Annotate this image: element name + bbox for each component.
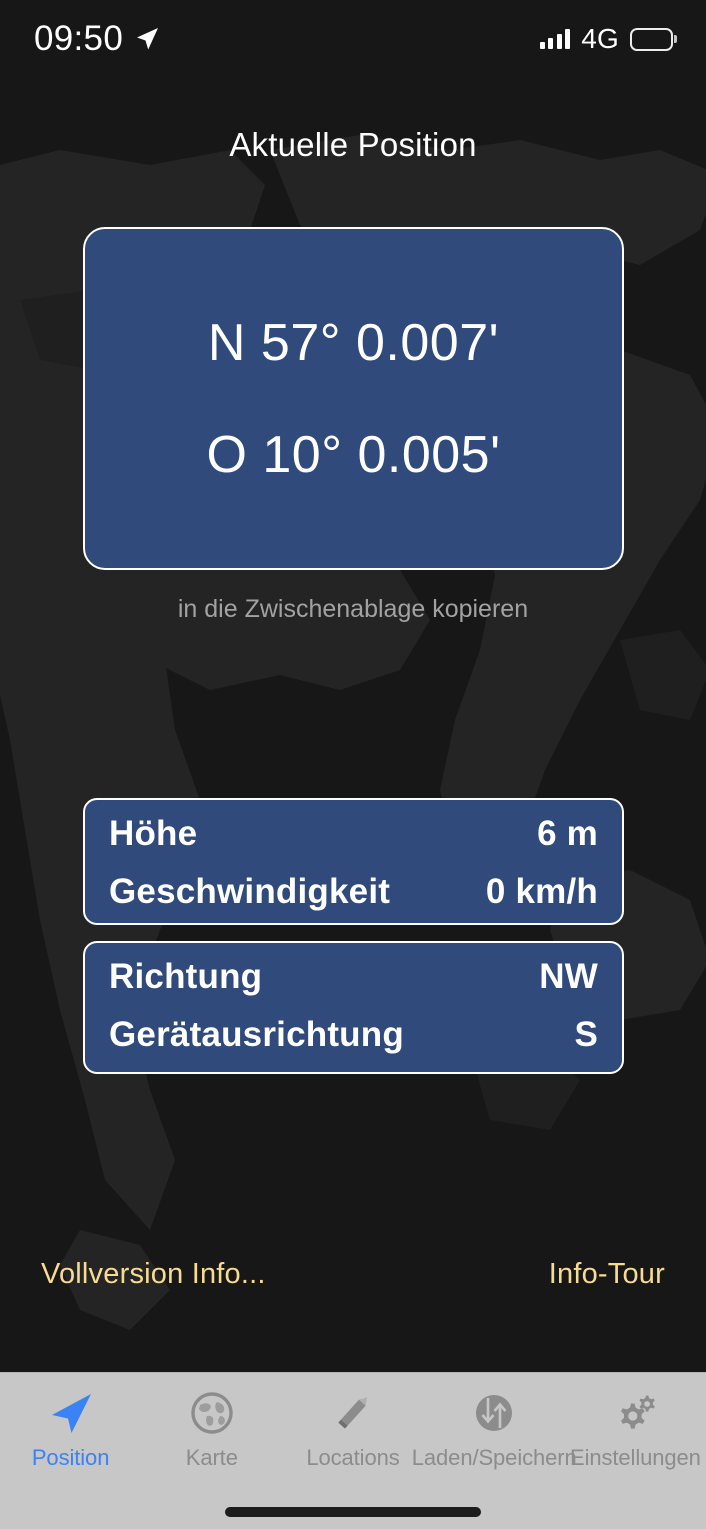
tab-label-position: Position	[31, 1445, 110, 1470]
direction-label: Richtung	[109, 957, 263, 996]
device-orientation-label: Gerätausrichtung	[109, 1015, 404, 1054]
status-clock: 09:50	[34, 19, 124, 58]
speed-value: 0 km/h	[485, 872, 598, 911]
info-tour-link[interactable]: Info-Tour	[549, 1258, 665, 1291]
table-row: Höhe 6 m	[109, 814, 598, 872]
app-root: 09:50 4G Aktuelle Position N 57° 0.007' …	[0, 0, 706, 1529]
copy-to-clipboard-hint[interactable]: in die Zwischenablage kopieren	[0, 595, 706, 624]
table-row: Richtung NW	[109, 957, 598, 1015]
status-bar-left: 09:50	[34, 19, 160, 59]
full-version-info-link[interactable]: Vollversion Info...	[41, 1258, 266, 1291]
longitude-value: O 10° 0.005'	[206, 425, 501, 484]
status-bar: 09:50 4G	[0, 0, 706, 78]
altitude-label: Höhe	[109, 814, 198, 853]
tab-label-laden-speichern: Laden/Speichern	[411, 1445, 577, 1470]
status-bar-right: 4G	[539, 23, 677, 55]
altitude-value: 6 m	[537, 814, 598, 853]
coordinates-card[interactable]: N 57° 0.007' O 10° 0.005'	[83, 227, 624, 570]
navigation-arrow-icon	[47, 1387, 95, 1439]
speed-label: Geschwindigkeit	[109, 872, 391, 911]
device-orientation-value: S	[574, 1015, 598, 1054]
tab-karte[interactable]: Karte	[141, 1373, 282, 1529]
table-row: Geschwindigkeit 0 km/h	[109, 872, 598, 930]
home-indicator[interactable]	[225, 1507, 481, 1517]
load-save-arrows-icon	[470, 1387, 518, 1439]
tab-label-einstellungen: Einstellungen	[570, 1445, 701, 1470]
gears-icon	[611, 1387, 659, 1439]
network-type-label: 4G	[581, 23, 619, 54]
heading-info-card: Richtung NW Gerätausrichtung S	[83, 941, 624, 1074]
world-map-background	[0, 0, 706, 1390]
globe-icon	[188, 1387, 236, 1439]
tab-position[interactable]: Position	[0, 1373, 141, 1529]
tab-label-locations: Locations	[306, 1445, 400, 1470]
motion-info-card: Höhe 6 m Geschwindigkeit 0 km/h	[83, 798, 624, 925]
pencil-icon	[329, 1387, 377, 1439]
page-title: Aktuelle Position	[229, 126, 477, 163]
table-row: Gerätausrichtung S	[109, 1015, 598, 1073]
latitude-value: N 57° 0.007'	[207, 313, 500, 372]
tab-einstellungen[interactable]: Einstellungen	[565, 1373, 706, 1529]
tab-label-karte: Karte	[185, 1445, 238, 1470]
tab-bar: Position Karte Locations Laden/Speichern…	[0, 1372, 706, 1529]
tab-laden-speichern[interactable]: Laden/Speichern	[412, 1373, 577, 1529]
cellular-bars-icon	[539, 29, 571, 49]
tab-locations[interactable]: Locations	[282, 1373, 423, 1529]
battery-icon	[630, 27, 677, 51]
footer-links: Vollversion Info... Info-Tour	[0, 1258, 706, 1291]
location-arrow-icon	[137, 28, 159, 50]
direction-value: NW	[539, 957, 598, 996]
